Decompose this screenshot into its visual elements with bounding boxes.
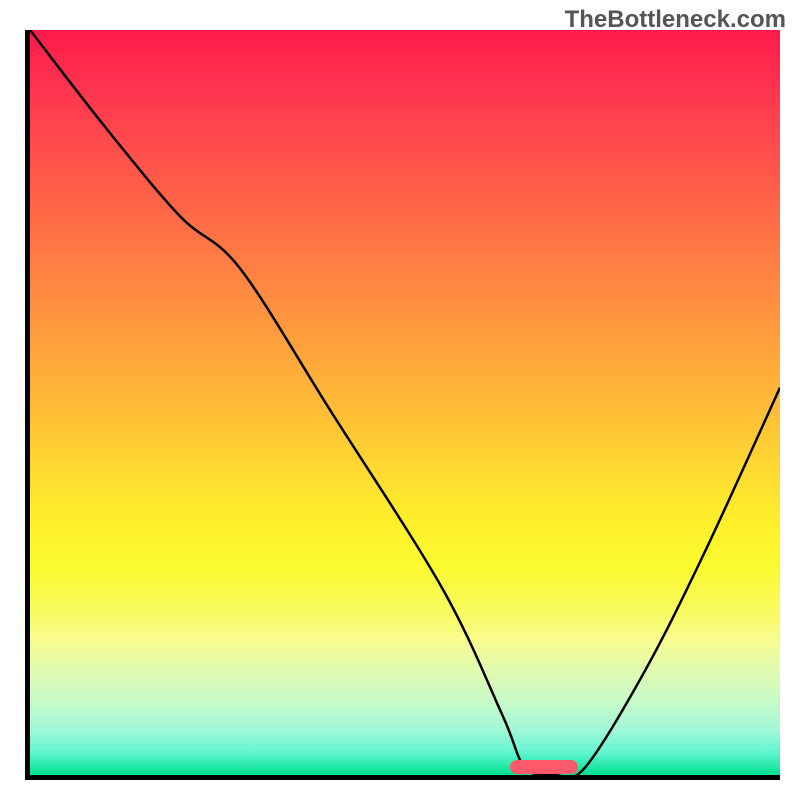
optimal-range-marker [510,760,578,774]
chart-container: TheBottleneck.com [0,0,800,800]
bottleneck-curve [30,30,780,775]
watermark-text: TheBottleneck.com [565,6,786,34]
plot-area [25,30,780,780]
